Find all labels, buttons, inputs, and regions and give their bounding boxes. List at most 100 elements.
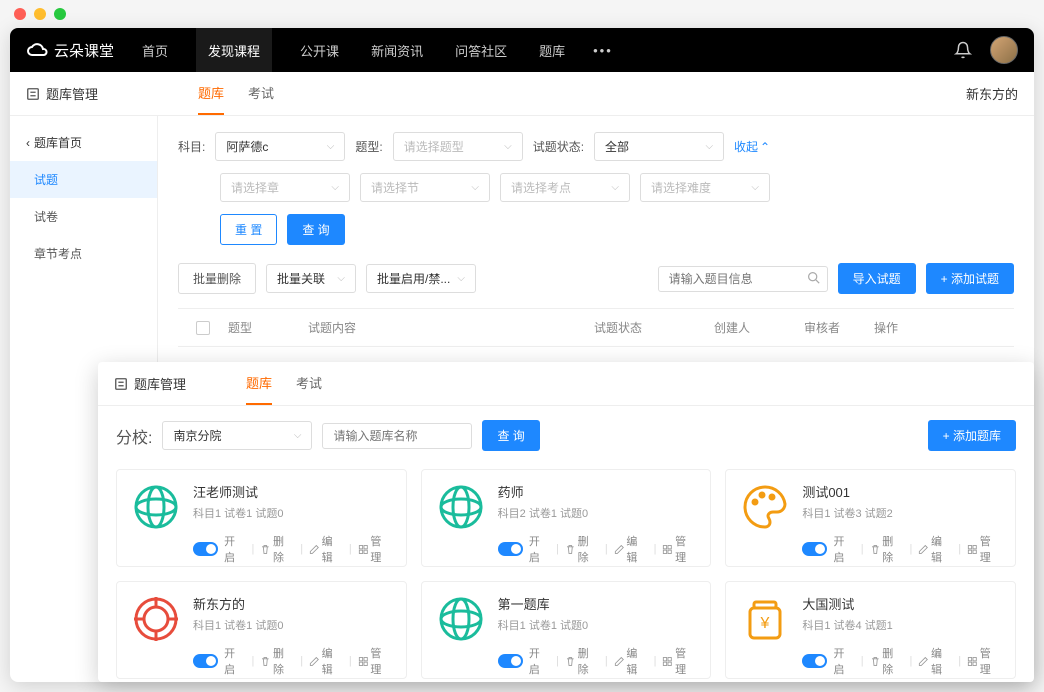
bank-title: 药师 [498,482,697,501]
point-select[interactable]: 请选择考点⌵ [500,173,630,202]
overlay-tabs: 题库 考试 [246,362,322,405]
close-dot[interactable] [14,8,26,20]
type-select[interactable]: 请选择题型⌵ [393,132,523,161]
minimize-dot[interactable] [34,8,46,20]
chapter-select[interactable]: 请选择章⌵ [220,173,350,202]
th-creator: 创建人 [714,319,804,336]
branch-label: 分校: [116,424,152,448]
bank-card[interactable]: 新东方的科目1 试卷1 试题0开启|删除|编辑|管理 [116,581,407,679]
sidebar-item-papers[interactable]: 试卷 [10,198,157,235]
card-delete[interactable]: 删除 [565,533,599,565]
card-manage[interactable]: 管理 [358,533,392,565]
bank-card[interactable]: 第一题库科目1 试卷1 试题0开启|删除|编辑|管理 [421,581,712,679]
bank-icon [131,594,181,644]
bank-title: 测试001 [802,482,1001,501]
bank-actions: 开启|删除|编辑|管理 [802,645,1001,677]
chevron-left-icon: ‹ [26,136,30,150]
toggle-label: 开启 [833,645,854,677]
nav-home[interactable]: 首页 [138,41,172,60]
overlay-query-button[interactable]: 查 询 [482,420,539,451]
enable-toggle[interactable] [193,542,218,556]
nav-question-bank[interactable]: 题库 [535,41,569,60]
enable-toggle[interactable] [498,542,523,556]
card-delete[interactable]: 删除 [260,533,294,565]
bank-meta: 科目1 试卷1 试题0 [498,617,697,633]
maximize-dot[interactable] [54,8,66,20]
enable-toggle[interactable] [802,542,827,556]
card-delete[interactable]: 删除 [260,645,294,677]
card-manage[interactable]: 管理 [967,533,1001,565]
overlay-tab-questions[interactable]: 题库 [246,362,272,405]
card-edit[interactable]: 编辑 [918,645,952,677]
search-input[interactable] [658,266,828,292]
enable-toggle[interactable] [802,654,827,668]
branch-select[interactable]: 南京分院⌵ [162,421,312,450]
import-button[interactable]: 导入试题 [838,263,916,294]
overlay-header: 题库管理 题库 考试 [98,362,1034,406]
card-delete[interactable]: 删除 [565,645,599,677]
card-manage[interactable]: 管理 [358,645,392,677]
toggle-label: 开启 [224,533,245,565]
nav-news[interactable]: 新闻资讯 [367,41,427,60]
search-wrap [658,266,828,292]
card-manage[interactable]: 管理 [662,645,696,677]
bank-icon [131,482,181,532]
nav-discover[interactable]: 发现课程 [196,28,272,72]
card-manage[interactable]: 管理 [967,645,1001,677]
page-title: 题库管理 [26,84,98,103]
tab-questions[interactable]: 题库 [198,72,224,115]
batch-enable-select[interactable]: 批量启用/禁...⌵ [366,264,476,293]
sidebar-item-points[interactable]: 章节考点 [10,235,157,272]
card-delete[interactable]: 删除 [870,645,904,677]
batch-delete-button[interactable]: 批量删除 [178,263,256,294]
search-icon[interactable] [807,271,820,287]
difficulty-select[interactable]: 请选择难度⌵ [640,173,770,202]
nav-qa[interactable]: 问答社区 [451,41,511,60]
overlay-body: 分校: 南京分院⌵ 查 询 + 添加题库 汪老师测试科目1 试卷1 试题0开启|… [98,406,1034,682]
sidebar-item-questions[interactable]: 试题 [10,161,157,198]
card-edit[interactable]: 编辑 [309,645,343,677]
card-edit[interactable]: 编辑 [309,533,343,565]
tab-exams[interactable]: 考试 [248,72,274,115]
bank-name-input[interactable] [322,423,472,449]
add-question-button[interactable]: + 添加试题 [926,263,1014,294]
card-edit[interactable]: 编辑 [918,533,952,565]
bank-actions: 开启|删除|编辑|管理 [498,645,697,677]
card-manage[interactable]: 管理 [662,533,696,565]
card-edit[interactable]: 编辑 [614,533,648,565]
user-avatar[interactable] [990,36,1018,64]
enable-toggle[interactable] [193,654,218,668]
batch-link-select[interactable]: 批量关联⌵ [266,264,356,293]
subject-select[interactable]: 阿萨德c⌵ [215,132,345,161]
collapse-link[interactable]: 收起 ⌃ [734,138,770,155]
status-select[interactable]: 全部⌵ [594,132,724,161]
overlay-tab-exams[interactable]: 考试 [296,362,322,405]
chevron-down-icon: ⌵ [471,182,479,193]
card-delete[interactable]: 删除 [870,533,904,565]
enable-toggle[interactable] [498,654,523,668]
bank-card[interactable]: ¥大国测试科目1 试卷4 试题1开启|删除|编辑|管理 [725,581,1016,679]
chevron-down-icon: ⌵ [337,273,345,284]
bank-card[interactable]: 测试001科目1 试卷3 试题2开启|删除|编辑|管理 [725,469,1016,567]
select-all-checkbox[interactable] [196,321,210,335]
logo[interactable]: 云朵课堂 [26,40,114,61]
chevron-up-icon: ⌃ [760,140,770,154]
card-edit[interactable]: 编辑 [614,645,648,677]
bank-card[interactable]: 汪老师测试科目1 试卷1 试题0开启|删除|编辑|管理 [116,469,407,567]
overlay-filter: 分校: 南京分院⌵ 查 询 + 添加题库 [116,420,1016,451]
bell-icon[interactable] [954,41,972,59]
section-select[interactable]: 请选择节⌵ [360,173,490,202]
add-bank-button[interactable]: + 添加题库 [928,420,1016,451]
nav-open-class[interactable]: 公开课 [296,41,343,60]
back-link[interactable]: ‹ 题库首页 [10,124,157,161]
nav-more-icon[interactable]: ••• [593,43,613,58]
bank-card[interactable]: 药师科目2 试卷1 试题0开启|删除|编辑|管理 [421,469,712,567]
query-button[interactable]: 查 询 [287,214,344,245]
reset-button[interactable]: 重 置 [220,214,277,245]
bank-icon [436,594,486,644]
filter-row-1: 科目: 阿萨德c⌵ 题型: 请选择题型⌵ 试题状态: 全部⌵ 收起 ⌃ [178,132,1014,161]
bank-actions: 开启|删除|编辑|管理 [193,533,392,565]
bank-title: 新东方的 [193,594,392,613]
th-status: 试题状态 [594,319,714,336]
chevron-down-icon: ⌵ [331,182,339,193]
